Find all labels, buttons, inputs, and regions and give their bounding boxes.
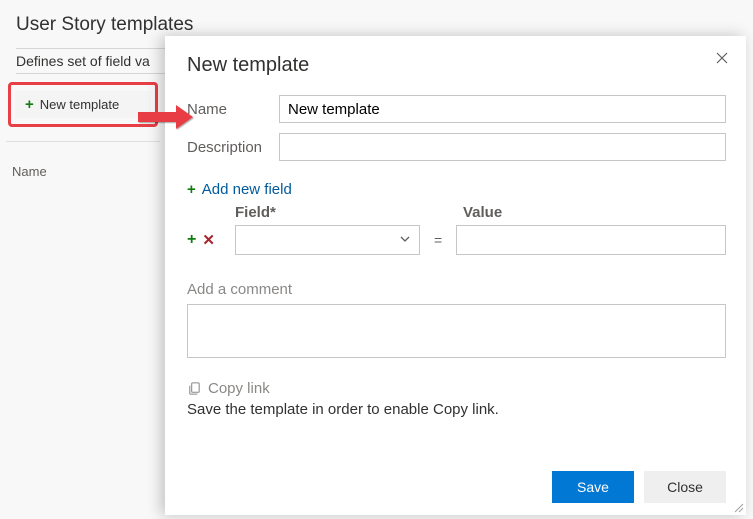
comment-input[interactable] xyxy=(187,304,726,358)
description-label: Description xyxy=(187,139,279,156)
field-row: + ✕ = xyxy=(187,225,726,255)
dialog-title: New template xyxy=(187,54,726,77)
chevron-down-icon xyxy=(399,233,411,245)
fields-section: + Add new field Field* Value + ✕ = xyxy=(187,181,726,255)
copy-link-row: Copy link xyxy=(187,380,726,397)
field-select[interactable] xyxy=(235,225,420,255)
plus-icon: + xyxy=(187,182,196,197)
copy-link-icon xyxy=(187,381,202,396)
copy-link-hint: Save the template in order to enable Cop… xyxy=(187,401,726,418)
close-dialog-button[interactable] xyxy=(714,50,732,68)
name-label: Name xyxy=(187,101,279,118)
field-column-header: Field* xyxy=(235,204,425,221)
column-divider xyxy=(6,141,160,142)
field-value-input[interactable] xyxy=(456,225,726,255)
page-title: User Story templates xyxy=(16,14,737,36)
name-row: Name xyxy=(187,95,726,123)
column-header-name: Name xyxy=(8,146,158,185)
equals-label: = xyxy=(428,232,448,248)
save-button[interactable]: Save xyxy=(552,471,634,503)
field-headers: Field* Value xyxy=(187,204,726,221)
add-row-icon[interactable]: + xyxy=(187,231,196,249)
resize-grip-icon[interactable] xyxy=(732,501,744,513)
new-template-button[interactable]: + New template xyxy=(15,91,151,118)
left-column: + New template Name xyxy=(8,82,158,185)
description-input[interactable] xyxy=(279,133,726,161)
callout-arrow-icon xyxy=(136,104,194,130)
copy-link-label: Copy link xyxy=(208,380,270,397)
name-input[interactable] xyxy=(279,95,726,123)
add-new-field-label: Add new field xyxy=(202,181,292,198)
close-button[interactable]: Close xyxy=(644,471,726,503)
close-icon xyxy=(714,50,730,66)
dialog-footer: Save Close xyxy=(187,455,726,503)
remove-row-icon[interactable]: ✕ xyxy=(202,231,215,249)
comment-label: Add a comment xyxy=(187,281,726,298)
description-row: Description xyxy=(187,133,726,161)
new-template-dialog: New template Name Description + Add new … xyxy=(165,36,746,515)
new-template-button-label: New template xyxy=(40,97,119,112)
plus-icon: + xyxy=(25,97,34,112)
field-row-actions: + ✕ xyxy=(187,231,227,249)
value-column-header: Value xyxy=(463,204,502,221)
add-new-field-link[interactable]: + Add new field xyxy=(187,181,292,198)
